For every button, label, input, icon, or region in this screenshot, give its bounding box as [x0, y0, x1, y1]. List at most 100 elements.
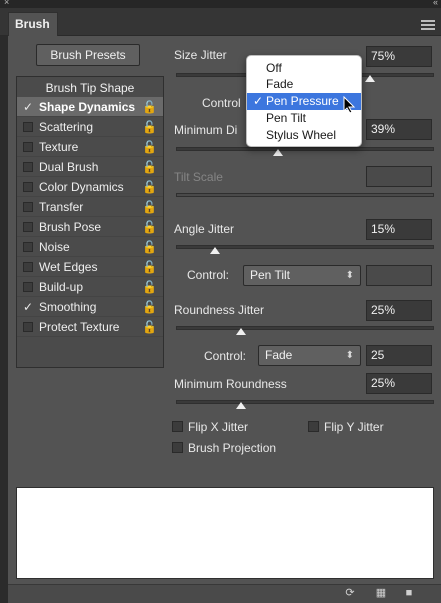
menu-item-fade[interactable]: Fade [247, 76, 361, 93]
brush-tip-shape-item[interactable]: Brush Tip Shape [17, 79, 163, 97]
lock-icon[interactable]: 🔓 [142, 297, 157, 317]
lock-icon[interactable]: 🔓 [142, 257, 157, 277]
size-jitter-slider-thumb[interactable] [365, 75, 375, 82]
brush-options-list: Brush Tip Shape ✓ Shape Dynamics 🔓 Scatt… [16, 76, 164, 368]
roundness-jitter-label: Roundness Jitter [174, 303, 265, 317]
roundness-control-amount[interactable]: 25 [366, 345, 432, 366]
menu-item-stylus-wheel[interactable]: Stylus Wheel [247, 127, 361, 144]
list-item-label: Texture [39, 140, 79, 154]
panel-menu-icon[interactable] [421, 20, 435, 30]
flip-x-jitter-checkbox[interactable] [172, 421, 183, 432]
list-item-shape-dynamics[interactable]: ✓ Shape Dynamics 🔓 [17, 97, 163, 117]
brush-projection-label: Brush Projection [188, 441, 277, 455]
list-item-smoothing[interactable]: ✓ Smoothing 🔓 [17, 297, 163, 317]
list-item-label: Dual Brush [39, 160, 99, 174]
checkbox[interactable] [23, 282, 33, 292]
select-value: Fade [265, 348, 293, 362]
lock-icon[interactable]: 🔓 [142, 137, 157, 157]
angle-jitter-value[interactable]: 15% [366, 219, 432, 240]
list-item-label: Build-up [39, 280, 84, 294]
tab-row [0, 8, 441, 36]
size-jitter-value[interactable]: 75% [366, 46, 432, 67]
angle-control-amount [366, 265, 432, 286]
tilt-scale-value [366, 166, 432, 187]
roundness-jitter-slider-thumb[interactable] [236, 328, 246, 335]
create-new-brush-icon[interactable]: ▦ [374, 587, 388, 599]
checkbox[interactable] [23, 202, 33, 212]
checkbox[interactable] [23, 222, 33, 232]
checkbox[interactable] [23, 182, 33, 192]
lock-icon[interactable]: 🔓 [142, 157, 157, 177]
lock-icon[interactable]: 🔓 [142, 277, 157, 297]
roundness-jitter-slider[interactable] [176, 326, 434, 330]
tilt-scale-slider [176, 193, 434, 197]
flip-y-jitter-label: Flip Y Jitter [324, 420, 384, 434]
lock-icon[interactable]: 🔓 [142, 97, 157, 117]
list-item-dual-brush[interactable]: Dual Brush 🔓 [17, 157, 163, 177]
lock-icon[interactable]: 🔓 [142, 217, 157, 237]
list-item-label: Color Dynamics [39, 180, 124, 194]
control-label: Control [202, 96, 241, 110]
toggle-preview-icon[interactable]: ⟳ [343, 587, 357, 599]
checkbox[interactable] [23, 142, 33, 152]
checkbox[interactable] [23, 162, 33, 172]
roundness-control-select[interactable]: Fade ⬍ [258, 345, 361, 366]
checkmark-icon[interactable]: ✓ [23, 97, 33, 117]
new-preset-icon[interactable]: ■ [402, 587, 416, 599]
lock-icon[interactable]: 🔓 [142, 197, 157, 217]
list-item-color-dynamics[interactable]: Color Dynamics 🔓 [17, 177, 163, 197]
control-label: Control: [187, 268, 230, 282]
lock-icon[interactable]: 🔓 [142, 117, 157, 137]
checkmark-icon[interactable]: ✓ [23, 297, 33, 317]
checkbox[interactable] [23, 122, 33, 132]
minimum-roundness-slider[interactable] [176, 400, 434, 404]
lock-icon[interactable]: 🔓 [142, 177, 157, 197]
tilt-scale-label: Tilt Scale [174, 170, 223, 184]
checkmark-icon: ✓ [253, 94, 264, 108]
angle-jitter-slider-thumb[interactable] [210, 247, 220, 254]
minimum-diameter-slider[interactable] [176, 147, 434, 151]
chevron-updown-icon: ⬍ [345, 270, 354, 281]
lock-icon[interactable]: 🔓 [142, 317, 157, 337]
brush-projection-checkbox[interactable] [172, 442, 183, 453]
list-item-noise[interactable]: Noise 🔓 [17, 237, 163, 257]
checkbox[interactable] [23, 322, 33, 332]
list-item-wet-edges[interactable]: Wet Edges 🔓 [17, 257, 163, 277]
minimum-diameter-label: Minimum Di [174, 123, 238, 137]
minimum-diameter-slider-thumb[interactable] [273, 149, 283, 156]
roundness-jitter-value[interactable]: 25% [366, 300, 432, 321]
select-value: Pen Tilt [250, 268, 291, 282]
list-item-label: Protect Texture [39, 320, 120, 334]
minimum-roundness-label: Minimum Roundness [174, 377, 287, 391]
minimum-roundness-value[interactable]: 25% [366, 373, 432, 394]
list-item-build-up[interactable]: Build-up 🔓 [17, 277, 163, 297]
list-item-scattering[interactable]: Scattering 🔓 [17, 117, 163, 137]
brush-presets-button[interactable]: Brush Presets [36, 44, 140, 66]
control-label: Control: [204, 349, 247, 363]
list-item-transfer[interactable]: Transfer 🔓 [17, 197, 163, 217]
brush-stroke-shape [34, 512, 421, 545]
lock-icon[interactable]: 🔓 [142, 237, 157, 257]
checkbox[interactable] [23, 242, 33, 252]
minimum-roundness-slider-thumb[interactable] [236, 402, 246, 409]
flip-y-jitter-checkbox[interactable] [308, 421, 319, 432]
close-icon[interactable]: × [4, 0, 9, 7]
chevron-updown-icon: ⬍ [345, 350, 354, 361]
list-item-protect-texture[interactable]: Protect Texture 🔓 [17, 317, 163, 337]
checkbox[interactable] [23, 262, 33, 272]
list-item-label: Smoothing [39, 300, 97, 314]
menu-item-off[interactable]: Off [247, 60, 361, 77]
window-title-bar: × « [0, 0, 441, 8]
menu-item-label: Pen Pressure [266, 94, 339, 108]
mouse-cursor-icon [343, 96, 356, 114]
list-item-brush-pose[interactable]: Brush Pose 🔓 [17, 217, 163, 237]
collapse-icon[interactable]: « [433, 0, 438, 7]
angle-jitter-label: Angle Jitter [174, 222, 235, 236]
flip-x-jitter-label: Flip X Jitter [188, 420, 249, 434]
list-item-label: Noise [39, 240, 70, 254]
minimum-diameter-value[interactable]: 39% [366, 119, 432, 140]
list-item-texture[interactable]: Texture 🔓 [17, 137, 163, 157]
angle-control-select[interactable]: Pen Tilt ⬍ [243, 265, 361, 286]
list-item-label: Scattering [39, 120, 94, 134]
tab-brush[interactable]: Brush [8, 12, 58, 36]
